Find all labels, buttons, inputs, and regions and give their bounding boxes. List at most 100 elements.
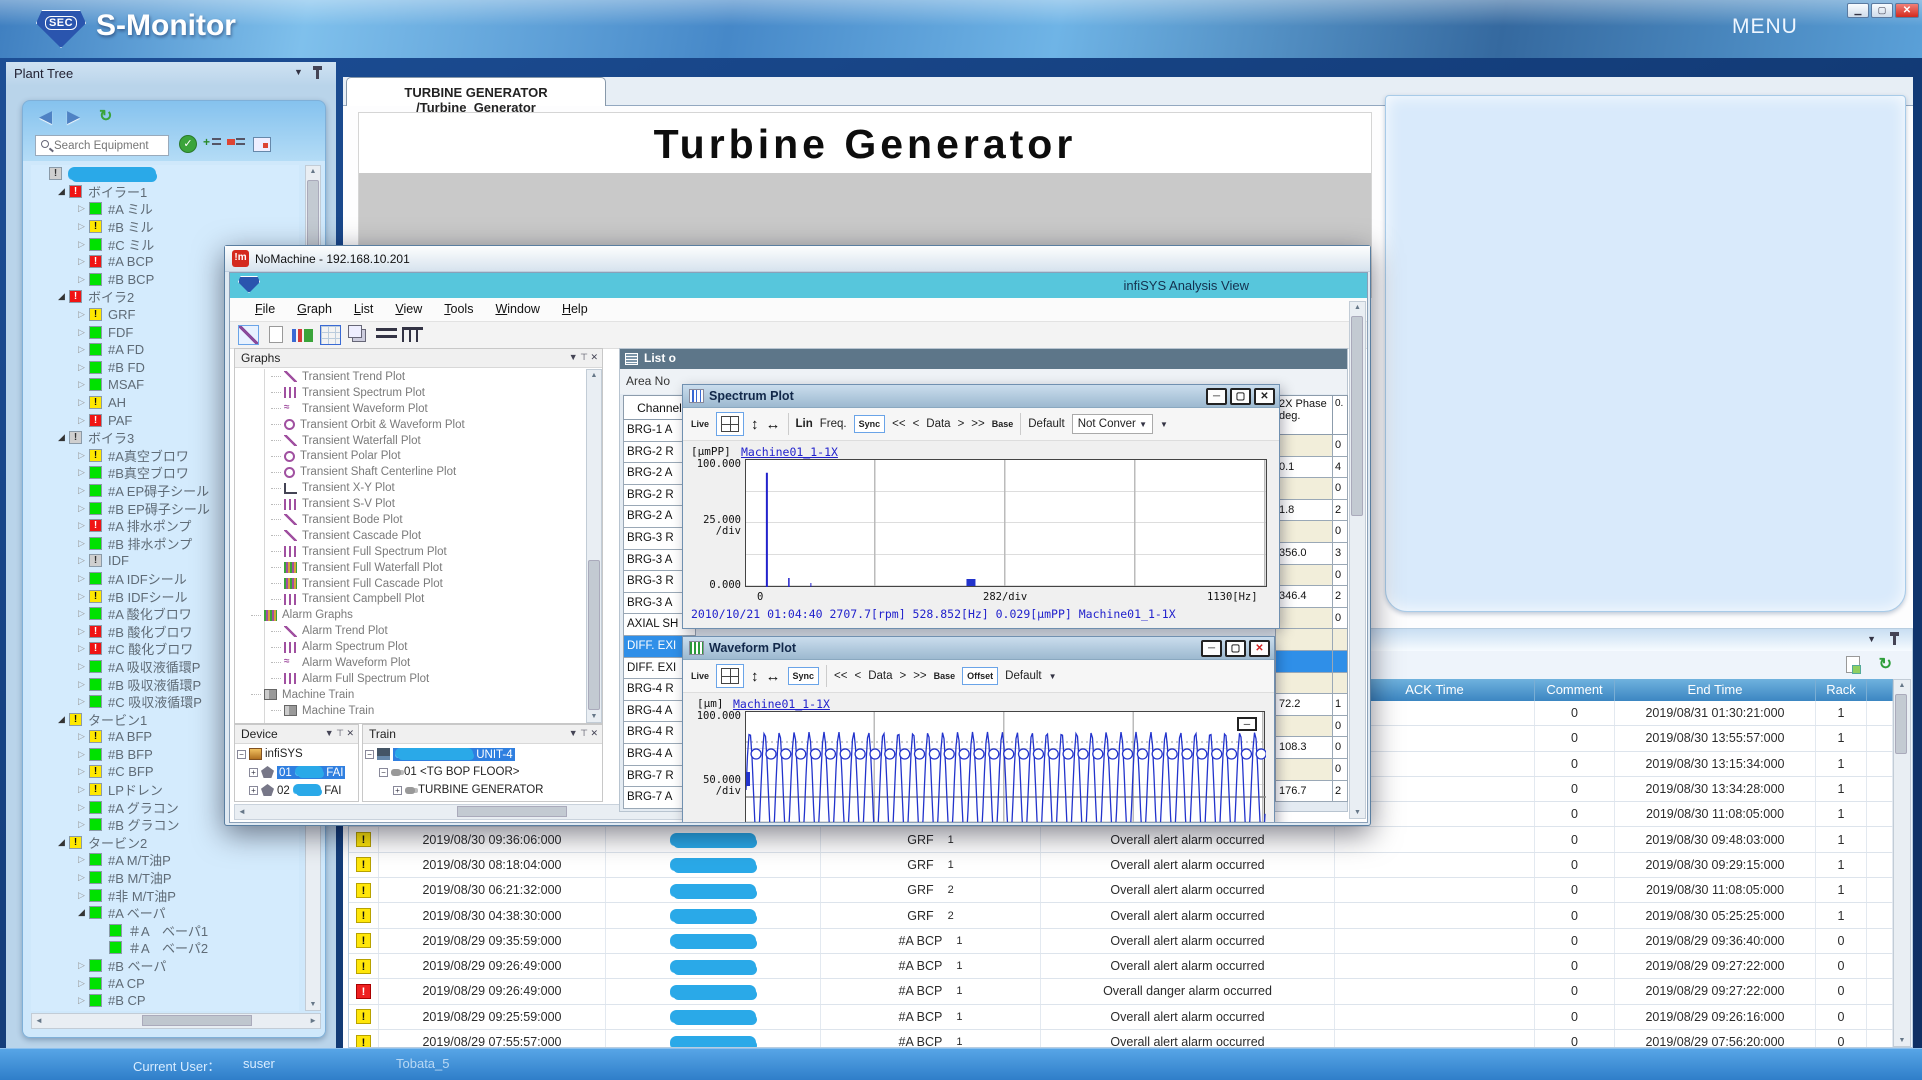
collapse-icon[interactable]: − <box>237 750 246 759</box>
alarm-table-scrollbar[interactable]: ▲ ▼ <box>1893 679 1911 1047</box>
tree-item[interactable]: ▷#B M/T油P <box>31 869 299 887</box>
tree-item[interactable]: ▷#A CP <box>31 974 299 992</box>
refresh-icon[interactable]: ↻ <box>1879 654 1892 674</box>
scroll-thumb[interactable] <box>1895 694 1907 754</box>
base-button[interactable]: Base <box>934 671 956 681</box>
offset-button[interactable]: Offset <box>962 667 998 685</box>
menu-graph[interactable]: Graph <box>286 298 343 316</box>
phase-row[interactable]: 108.30 <box>1275 737 1348 759</box>
list-rows-icon[interactable] <box>376 328 397 342</box>
grid-layout-button[interactable] <box>716 412 744 436</box>
graphs-list-item[interactable]: Transient Bode Plot <box>237 512 585 528</box>
collapse-button[interactable]: ─ <box>1237 717 1257 731</box>
scroll-up-icon[interactable]: ▲ <box>1350 304 1365 311</box>
sync-button[interactable]: Sync <box>788 667 820 685</box>
graphs-list-item[interactable]: Transient Spectrum Plot <box>237 385 585 401</box>
device-item[interactable]: +01 FAI <box>237 763 357 781</box>
add-list-icon[interactable] <box>203 135 221 153</box>
tree-expander-icon[interactable]: ▷ <box>75 608 88 619</box>
scroll-right-icon[interactable]: ► <box>309 1016 317 1025</box>
tree-expander-icon[interactable]: ▷ <box>75 890 88 901</box>
tree-item[interactable]: ▷#A ミル <box>31 200 299 218</box>
menu-list[interactable]: List <box>343 298 384 316</box>
tree-expander-icon[interactable]: ▷ <box>75 203 88 214</box>
tree-expander-icon[interactable]: ▷ <box>75 643 88 654</box>
tree-item[interactable]: ▷#B ベーパ <box>31 957 299 975</box>
tree-expander-icon[interactable]: ▷ <box>75 239 88 250</box>
table-row[interactable]: !2019/08/29 09:35:59:000#A BCP1Overall a… <box>349 929 1893 954</box>
next-button[interactable]: > <box>958 418 965 430</box>
graphs-scrollbar[interactable]: ▲ ▼ <box>586 369 602 723</box>
tree-item[interactable]: ! <box>31 165 299 183</box>
spectrum-channel-link[interactable]: Machine01_1-1X <box>741 445 838 459</box>
tree-expander-icon[interactable]: ▷ <box>75 397 88 408</box>
next-button[interactable]: > <box>899 670 906 682</box>
graphs-list-item[interactable]: Transient Full Cascade Plot <box>237 576 585 592</box>
panel-header-icons[interactable]: ▼ ⊤ ✕ <box>325 728 354 739</box>
data-button[interactable]: Data <box>868 670 892 682</box>
graphs-list-item[interactable]: Alarm Spectrum Plot <box>237 639 585 655</box>
tab-turbine-generator[interactable]: TURBINE GENERATOR /Turbine_Generator <box>346 77 606 106</box>
tree-expander-icon[interactable]: ▷ <box>75 450 88 461</box>
table-row[interactable]: !2019/08/29 07:55:57:000#A BCP1Overall a… <box>349 1030 1893 1047</box>
tree-expander-icon[interactable]: ▷ <box>75 802 88 813</box>
phase-row[interactable]: 356.03 <box>1275 543 1348 565</box>
tree-expander-icon[interactable]: ▷ <box>75 749 88 760</box>
nomachine-title-bar[interactable]: !m NoMachine - 192.168.10.201 <box>225 246 1370 272</box>
tree-item[interactable]: ▷!#B ミル <box>31 218 299 236</box>
scroll-up-icon[interactable]: ▲ <box>306 168 320 175</box>
remove-list-icon[interactable] <box>227 135 245 153</box>
graphs-list-item[interactable]: Transient Full Spectrum Plot <box>237 544 585 560</box>
tree-expander-icon[interactable]: ◢ <box>75 907 88 918</box>
table-row[interactable]: !2019/08/30 06:21:32:000GRF2Overall aler… <box>349 878 1893 903</box>
tree-item[interactable]: ◢!タービン2 <box>31 834 299 852</box>
horizontal-scale-button[interactable]: ↔ <box>766 668 781 685</box>
tree-expander-icon[interactable]: ▷ <box>75 256 88 267</box>
phase-row[interactable]: 1.82 <box>1275 500 1348 522</box>
scroll-thumb[interactable] <box>457 806 567 817</box>
tree-expander-icon[interactable]: ◢ <box>55 432 68 443</box>
graphs-list-item[interactable]: Alarm Trend Plot <box>237 623 585 639</box>
close-button[interactable]: ✕ <box>1254 388 1275 405</box>
graphs-list-item[interactable]: Transient S-V Plot <box>237 496 585 512</box>
graphs-list-item[interactable]: Transient Polar Plot <box>237 448 585 464</box>
table-row[interactable]: !2019/08/29 09:26:49:000#A BCP1Overall a… <box>349 954 1893 979</box>
table-row[interactable]: !2019/08/29 09:25:59:000#A BCP1Overall a… <box>349 1005 1893 1030</box>
pin-icon[interactable] <box>1893 636 1896 645</box>
first-button[interactable]: << <box>892 418 905 430</box>
minimize-button[interactable]: ─ <box>1206 388 1227 405</box>
expand-icon[interactable]: + <box>393 786 402 795</box>
grid-layout-button[interactable] <box>716 664 744 688</box>
graphs-list-item[interactable]: Transient Shaft Centerline Plot <box>237 464 585 480</box>
tree-expander-icon[interactable]: ▷ <box>75 555 88 566</box>
table-row[interactable]: !2019/08/30 09:36:06:000GRF1Overall aler… <box>349 827 1893 852</box>
data-button[interactable]: Data <box>926 418 950 430</box>
tree-item[interactable]: ◢#A ベーパ <box>31 904 299 922</box>
phase-row[interactable] <box>1275 673 1348 695</box>
expand-icon[interactable]: + <box>249 786 258 795</box>
tree-expander-icon[interactable]: ▷ <box>75 995 88 1006</box>
train-item[interactable]: −01 <TG BOP FLOOR> <box>365 763 601 781</box>
scroll-thumb[interactable] <box>588 560 600 710</box>
tree-expander-icon[interactable]: ▷ <box>75 467 88 478</box>
tree-expander-icon[interactable]: ◢ <box>55 714 68 725</box>
close-button[interactable]: ✕ <box>1249 640 1270 657</box>
live-button[interactable]: Live <box>691 419 709 429</box>
tree-expander-icon[interactable]: ◢ <box>55 837 68 848</box>
default-dropdown[interactable]: Default <box>1028 418 1064 430</box>
collapse-icon[interactable]: − <box>365 750 374 759</box>
last-button[interactable]: >> <box>913 670 926 682</box>
graphs-list-item[interactable]: ≈Alarm Waveform Plot <box>237 655 585 671</box>
tree-expander-icon[interactable]: ▷ <box>75 503 88 514</box>
table-icon[interactable] <box>320 325 341 345</box>
convert-dropdown[interactable]: Not Conver ▼ <box>1072 414 1153 434</box>
train-item[interactable]: +TURBINE GENERATOR <box>365 781 601 799</box>
scroll-up-icon[interactable]: ▲ <box>1894 682 1910 689</box>
phase-row[interactable]: 0 <box>1275 716 1348 738</box>
search-input[interactable] <box>54 137 166 154</box>
minimize-button[interactable]: ─ <box>1201 640 1222 657</box>
plant-tree-hscrollbar[interactable]: ◄ ► <box>31 1013 321 1029</box>
panel-header-icons[interactable]: ▼ ⊤ ✕ <box>569 728 598 739</box>
tree-expander-icon[interactable]: ▷ <box>75 274 88 285</box>
waveform-title-bar[interactable]: Waveform Plot ─ ▢ ✕ <box>683 637 1274 660</box>
